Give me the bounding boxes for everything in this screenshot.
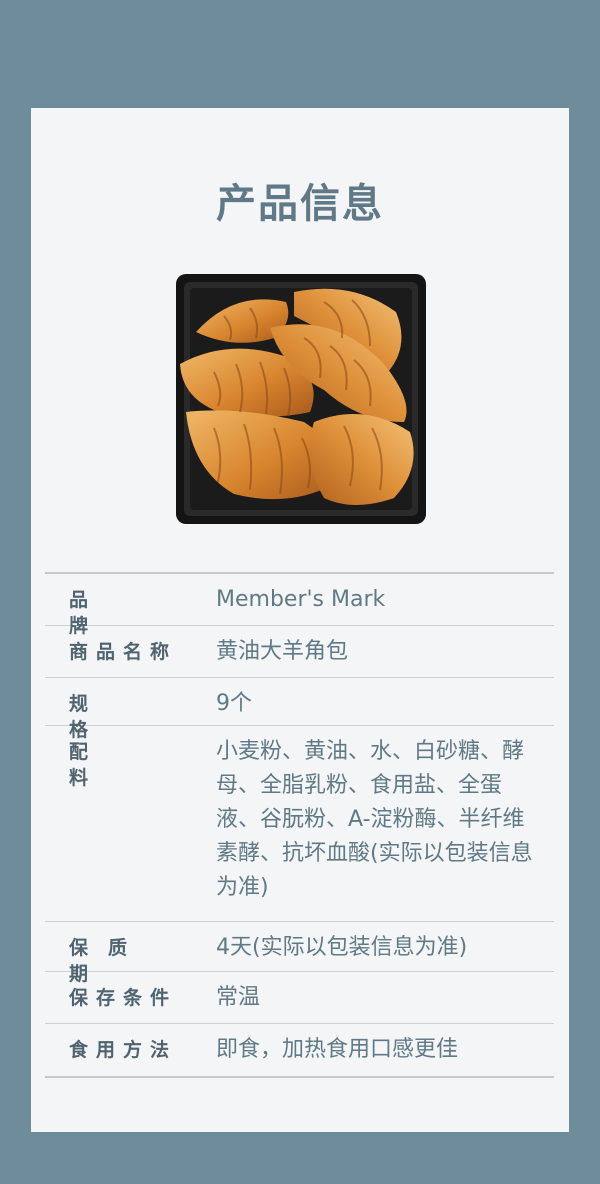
info-row-shelf-life: 保质期 4天(实际以包装信息为准): [45, 922, 554, 985]
label-text: 品牌: [69, 589, 151, 637]
label-text: 配料: [69, 741, 151, 789]
info-label-ingredients: 配料: [69, 726, 179, 921]
info-value-usage: 即食，加热食用口感更佳: [216, 1037, 459, 1062]
label-text: 规格: [69, 693, 151, 741]
label-text: 保质期: [69, 937, 148, 985]
croissant-tray-photo: [176, 274, 426, 524]
info-label-shelf-life: 保质期: [69, 922, 179, 985]
info-value-spec: 9个: [216, 691, 252, 716]
product-info-table: 品牌 Member's Mark 商品名称 黄油大羊角包 规格 9个 配料 小麦…: [45, 572, 554, 1078]
label-text: 保存条件: [69, 987, 178, 1009]
info-row-storage: 保存条件 常温: [45, 972, 554, 1024]
page-title: 产品信息: [216, 181, 384, 227]
info-value-shelf-life: 4天(实际以包装信息为准): [216, 935, 468, 960]
info-label-product-name: 商品名称: [69, 626, 179, 677]
info-label-storage: 保存条件: [69, 972, 179, 1023]
info-value-product-name: 黄油大羊角包: [216, 639, 349, 664]
label-text: 商品名称: [69, 641, 178, 663]
info-value-ingredients: 小麦粉、黄油、水、白砂糖、酵母、全脂乳粉、食用盐、全蛋液、谷朊粉、A-淀粉酶、半…: [216, 739, 533, 900]
info-row-usage: 食用方法 即食，加热食用口感更佳: [45, 1024, 554, 1076]
info-label-spec: 规格: [69, 678, 179, 741]
info-row-spec: 规格 9个: [45, 678, 554, 741]
info-row-brand: 品牌 Member's Mark: [45, 574, 554, 637]
label-text: 食用方法: [69, 1039, 178, 1061]
info-row-product-name: 商品名称 黄油大羊角包: [45, 626, 554, 678]
info-value-storage: 常温: [216, 985, 261, 1010]
info-label-brand: 品牌: [69, 574, 179, 637]
info-label-usage: 食用方法: [69, 1024, 179, 1076]
info-row-ingredients: 配料 小麦粉、黄油、水、白砂糖、酵母、全脂乳粉、食用盐、全蛋液、谷朊粉、A-淀粉…: [45, 726, 554, 922]
info-value-brand: Member's Mark: [216, 587, 386, 612]
